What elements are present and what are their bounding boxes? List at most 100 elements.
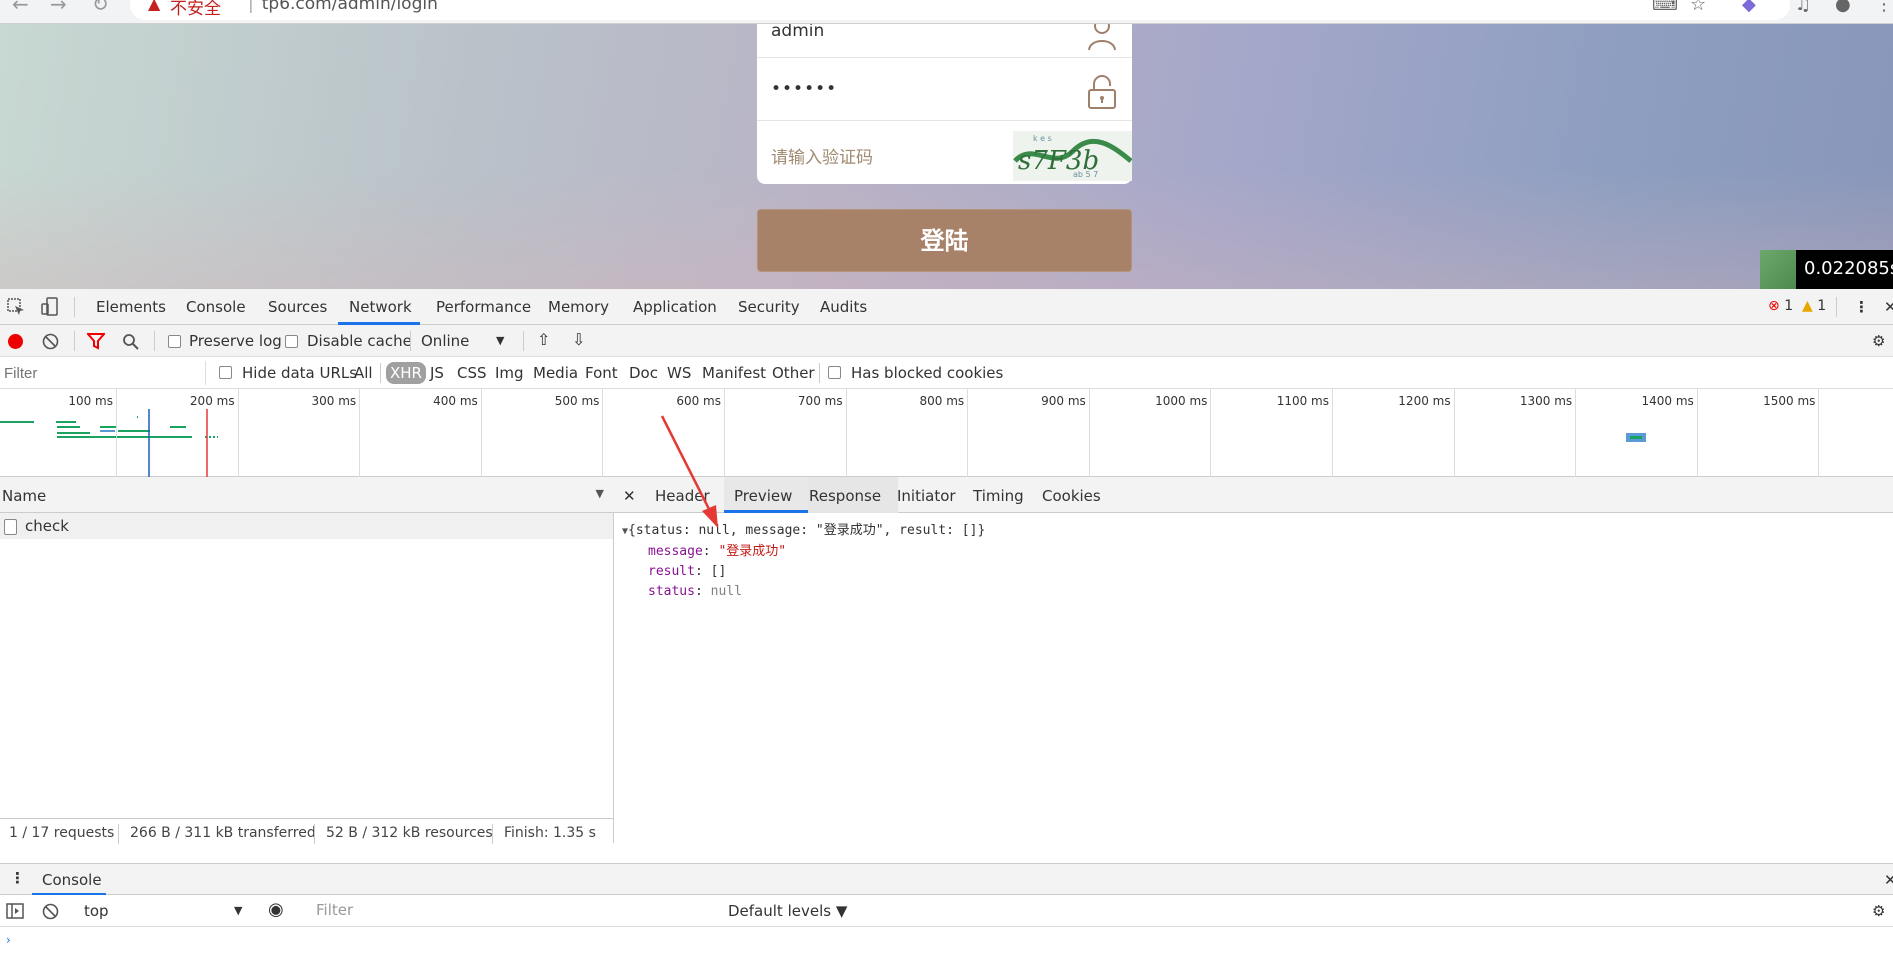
console-sidebar-icon[interactable] xyxy=(6,903,24,919)
timeline-tick-label: 600 ms xyxy=(676,394,721,408)
type-font[interactable]: Font xyxy=(585,364,618,382)
devtools-menu-icon[interactable]: ⋮ xyxy=(1854,298,1869,316)
trace-timer[interactable]: 0.022085s xyxy=(1760,250,1893,289)
tab-security[interactable]: Security xyxy=(738,298,800,316)
type-js[interactable]: JS xyxy=(430,364,444,382)
close-detail-icon[interactable]: ✕ xyxy=(623,487,636,505)
search-icon[interactable] xyxy=(122,333,139,350)
has-blocked-cookies-checkbox[interactable] xyxy=(828,366,841,379)
context-dropdown-icon[interactable]: ▼ xyxy=(234,904,242,917)
json-summary-row[interactable]: ▼{status: null, message: "登录成功", result:… xyxy=(622,521,985,542)
throttling-dropdown-icon[interactable]: ▼ xyxy=(496,334,504,347)
request-list-header[interactable]: Name ▼ xyxy=(0,477,614,513)
tab-console[interactable]: Console xyxy=(186,298,246,316)
sort-dropdown-icon[interactable]: ▼ xyxy=(596,487,604,500)
type-xhr[interactable]: XHR xyxy=(386,362,426,384)
tab-memory[interactable]: Memory xyxy=(548,298,609,316)
security-warning[interactable]: 不安全 xyxy=(170,0,221,19)
hide-data-urls-label: Hide data URLs xyxy=(242,364,358,382)
detail-tabbar: ✕ Header Preview Response Initiator Timi… xyxy=(614,477,1893,513)
media-icon[interactable]: ♫ xyxy=(1795,0,1811,15)
login-button[interactable]: 登陆 xyxy=(757,209,1132,272)
clear-console-icon[interactable] xyxy=(42,903,59,920)
type-ws[interactable]: WS xyxy=(667,364,691,382)
name-column-header[interactable]: Name xyxy=(2,487,46,505)
captcha-field[interactable]: 请输入验证码 s7F3b ab 5 7 k e s xyxy=(757,121,1132,184)
reload-icon[interactable]: ↻ xyxy=(92,0,109,16)
timeline-tick-label: 1000 ms xyxy=(1155,394,1208,408)
translate-icon[interactable]: ⌨ xyxy=(1652,0,1678,15)
inspect-element-icon[interactable] xyxy=(6,297,26,317)
network-filter-input[interactable] xyxy=(0,361,206,385)
menu-icon[interactable]: ⋮ xyxy=(1875,0,1893,15)
lock-icon xyxy=(1088,75,1116,109)
tab-elements[interactable]: Elements xyxy=(96,298,166,316)
tab-timing[interactable]: Timing xyxy=(973,487,1024,505)
drawer-menu-icon[interactable]: ⋮ xyxy=(10,869,25,887)
filter-icon[interactable] xyxy=(87,333,105,350)
close-drawer-icon[interactable]: ✕ xyxy=(1884,871,1893,889)
import-har-icon[interactable]: ⇧ xyxy=(537,330,550,349)
separator xyxy=(819,363,820,383)
timeline-gridline xyxy=(1332,389,1333,477)
trace-time: 0.022085s xyxy=(1804,258,1893,279)
network-settings-icon[interactable]: ⚙ xyxy=(1872,332,1885,350)
tab-sources[interactable]: Sources xyxy=(268,298,327,316)
console-prompt-icon[interactable]: › xyxy=(6,933,11,947)
tab-headers[interactable]: Header xyxy=(655,487,715,505)
tab-application[interactable]: Application xyxy=(633,298,717,316)
device-toolbar-icon[interactable] xyxy=(40,297,60,317)
type-css[interactable]: CSS xyxy=(457,364,487,382)
tab-network[interactable]: Network xyxy=(349,298,412,316)
tab-audits[interactable]: Audits xyxy=(820,298,867,316)
request-name: check xyxy=(25,517,69,535)
json-summary: {status: null, message: "登录成功", result: … xyxy=(628,523,986,538)
type-other[interactable]: Other xyxy=(772,364,815,382)
tab-response[interactable]: Response xyxy=(809,487,881,505)
context-select[interactable]: top xyxy=(84,902,109,920)
request-row[interactable]: check xyxy=(0,513,613,539)
tab-performance[interactable]: Performance xyxy=(436,298,531,316)
url-text[interactable]: | tp6.com/admin/login xyxy=(248,0,438,14)
timeline-gridline xyxy=(845,389,847,477)
throttling-select[interactable]: Online xyxy=(421,332,469,350)
network-overview-timeline[interactable]: 100 ms 200 ms 300 ms 400 ms 500 ms 600 ms 700 … xyxy=(0,389,1893,477)
tab-preview[interactable]: Preview xyxy=(734,487,792,505)
tab-cookies[interactable]: Cookies xyxy=(1042,487,1101,505)
type-doc[interactable]: Doc xyxy=(629,364,658,382)
captcha-image[interactable]: s7F3b ab 5 7 k e s xyxy=(1013,131,1132,181)
clear-icon[interactable] xyxy=(42,333,59,350)
drawer-tab-console[interactable]: Console xyxy=(42,871,102,889)
username-field[interactable]: admin xyxy=(757,24,1132,58)
warning-triangle-icon: ▲ xyxy=(1802,298,1813,314)
close-devtools-icon[interactable]: ✕ xyxy=(1884,298,1893,316)
disable-cache-checkbox[interactable] xyxy=(285,335,298,348)
tab-initiator[interactable]: Initiator xyxy=(897,487,956,505)
timeline-gridline xyxy=(116,389,117,477)
password-field[interactable]: •••••• xyxy=(757,58,1132,121)
live-expression-eye-icon[interactable]: ◉ xyxy=(268,899,284,920)
forward-icon[interactable]: → xyxy=(50,0,67,16)
hide-data-urls-checkbox[interactable] xyxy=(219,366,232,379)
svg-text:k e s: k e s xyxy=(1033,134,1052,143)
bookmark-star-icon[interactable]: ☆ xyxy=(1690,0,1706,15)
warning-icon: ▲ xyxy=(148,0,161,13)
request-count: 1 / 17 requests xyxy=(9,825,115,841)
export-har-icon[interactable]: ⇩ xyxy=(572,330,585,349)
preserve-log-checkbox[interactable] xyxy=(168,335,181,348)
type-img[interactable]: Img xyxy=(495,364,524,382)
warning-count[interactable]: ▲ 1 xyxy=(1802,298,1826,314)
timeline-tick-label: 800 ms xyxy=(919,394,965,408)
extension-icon[interactable]: ◆ xyxy=(1742,0,1756,15)
separator xyxy=(74,297,75,317)
account-icon[interactable]: ● xyxy=(1835,0,1851,15)
console-settings-icon[interactable]: ⚙ xyxy=(1872,902,1885,920)
log-levels-select[interactable]: Default levels ▼ xyxy=(728,902,847,920)
console-filter-input[interactable]: Filter xyxy=(312,899,717,923)
type-media[interactable]: Media xyxy=(533,364,578,382)
type-all[interactable]: All xyxy=(354,364,373,382)
type-manifest[interactable]: Manifest xyxy=(702,364,766,382)
record-icon[interactable] xyxy=(8,334,23,349)
error-count[interactable]: ⊗ 1 xyxy=(1768,298,1793,314)
back-icon[interactable]: ← xyxy=(12,0,29,16)
